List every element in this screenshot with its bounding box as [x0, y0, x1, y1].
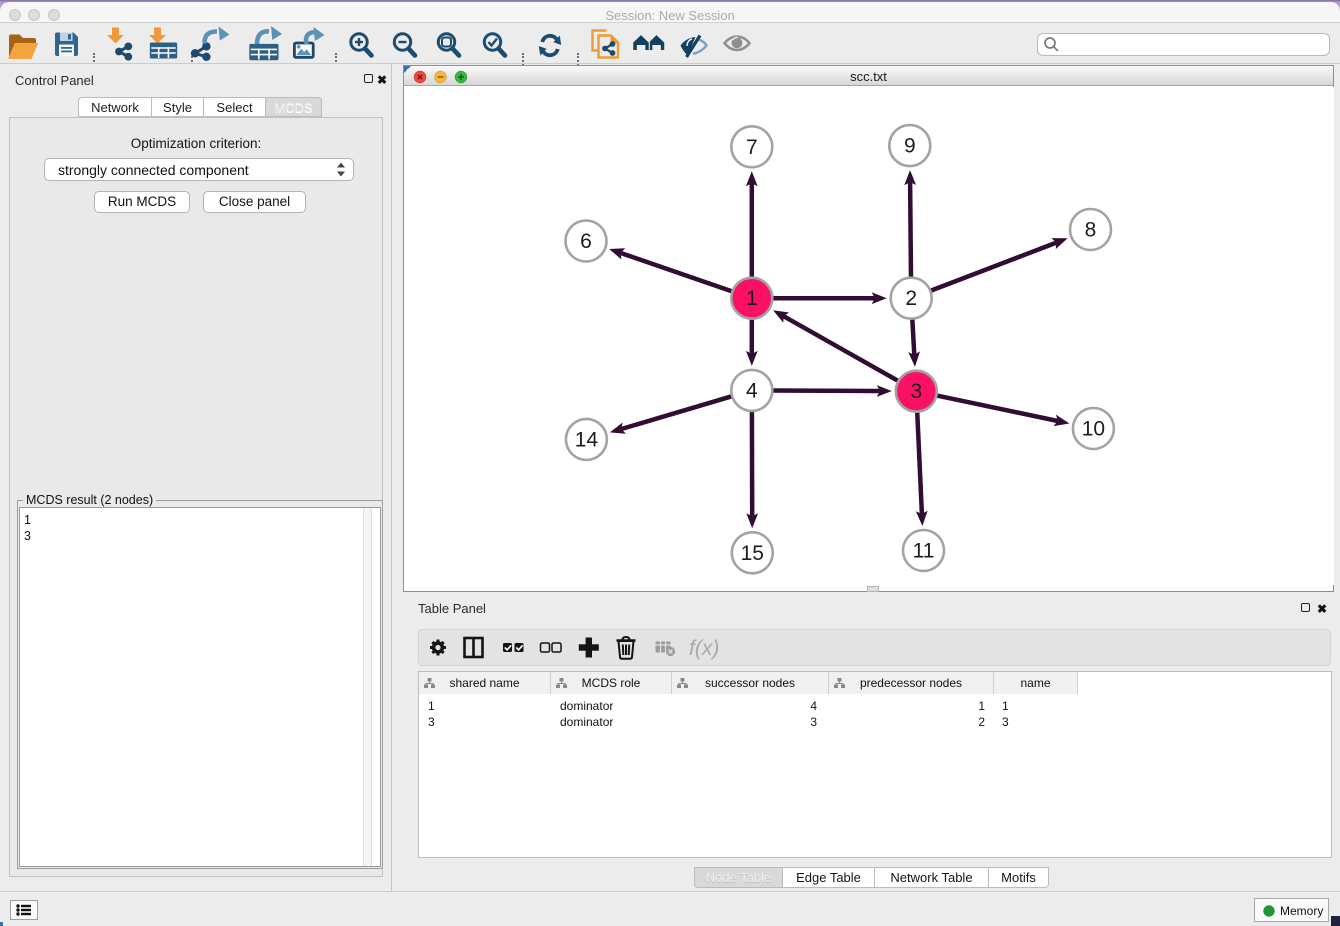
svg-text:2: 2 — [905, 287, 917, 310]
svg-text:4: 4 — [746, 379, 758, 402]
svg-text:3: 3 — [910, 380, 922, 403]
svg-text:9: 9 — [904, 135, 916, 158]
svg-text:11: 11 — [913, 540, 935, 563]
svg-text:10: 10 — [1082, 418, 1105, 441]
svg-text:f(x): f(x) — [689, 637, 719, 660]
svg-text:6: 6 — [580, 230, 592, 253]
svg-text:14: 14 — [575, 428, 599, 451]
svg-text:8: 8 — [1085, 219, 1097, 242]
svg-text:1: 1 — [746, 287, 758, 310]
svg-text:15: 15 — [741, 542, 764, 565]
svg-text:7: 7 — [746, 136, 758, 159]
